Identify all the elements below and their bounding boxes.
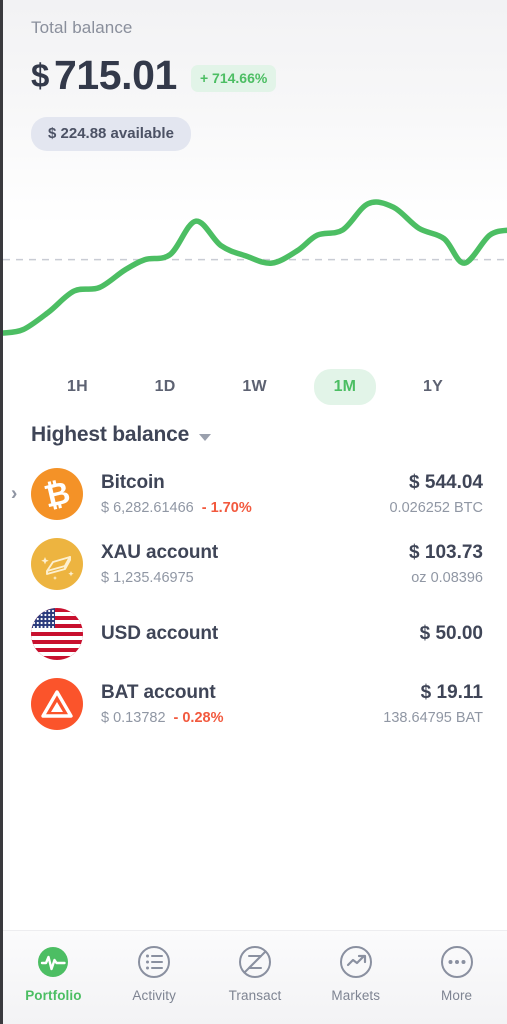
asset-row[interactable]: › ₿ Bitcoin $ 6,282.61466 - 1.70% $ 544.04 0.0… bbox=[3, 459, 507, 529]
asset-fiat-value: $ 50.00 bbox=[419, 623, 483, 645]
asset-subtitle: $ 0.13782 - 0.28% bbox=[101, 709, 375, 727]
nav-label: Markets bbox=[331, 988, 381, 1003]
nav-item-more[interactable]: More bbox=[406, 943, 507, 1003]
gold-bar-icon bbox=[31, 538, 83, 590]
nav-label: Activity bbox=[132, 988, 176, 1003]
svg-text:₿: ₿ bbox=[41, 475, 73, 515]
balance-header: Total balance $715.01 + 714.66% $ 224.88… bbox=[3, 0, 507, 151]
range-1h[interactable]: 1H bbox=[47, 369, 108, 405]
nav-item-portfolio[interactable]: Portfolio bbox=[3, 943, 104, 1003]
asset-values: $ 544.04 0.026252 BTC bbox=[381, 471, 483, 518]
range-1w[interactable]: 1W bbox=[222, 369, 286, 405]
nav-item-transact[interactable]: Transact bbox=[205, 943, 306, 1003]
asset-values: $ 19.11 138.64795 BAT bbox=[375, 681, 483, 728]
balance-chart[interactable] bbox=[3, 169, 507, 361]
asset-native-amount: oz 0.08396 bbox=[411, 570, 483, 587]
zed-circle-icon bbox=[236, 943, 274, 981]
nav-label: Transact bbox=[228, 988, 282, 1003]
asset-subtitle: $ 1,235.46975 bbox=[101, 569, 401, 587]
us-flag-icon bbox=[31, 608, 83, 660]
range-1m[interactable]: 1M bbox=[313, 369, 377, 405]
chevron-down-icon bbox=[199, 433, 212, 441]
trend-up-circle-icon bbox=[337, 943, 375, 981]
nav-item-markets[interactable]: Markets bbox=[305, 943, 406, 1003]
asset-fiat-value: $ 103.73 bbox=[409, 541, 483, 563]
sort-selector[interactable]: Highest balance bbox=[3, 423, 507, 453]
asset-values: $ 50.00 bbox=[412, 622, 483, 646]
sort-label: Highest balance bbox=[31, 423, 190, 446]
asset-name: XAU account bbox=[101, 542, 219, 564]
list-circle-icon bbox=[135, 943, 173, 981]
balance-value: 715.01 bbox=[53, 52, 177, 98]
asset-subtitle: $ 6,282.61466 - 1.70% bbox=[101, 499, 381, 517]
chart-line-path bbox=[3, 199, 507, 336]
currency-symbol: $ bbox=[31, 57, 49, 94]
asset-row[interactable]: USD account $ 50.00 bbox=[3, 599, 507, 669]
nav-item-activity[interactable]: Activity bbox=[104, 943, 205, 1003]
asset-fiat-value: $ 544.04 bbox=[409, 471, 483, 493]
asset-rows: › ₿ Bitcoin $ 6,282.61466 - 1.70% $ 544.04 0.0… bbox=[3, 459, 507, 739]
asset-native-amount: 138.64795 BAT bbox=[383, 710, 483, 727]
asset-values: $ 103.73 oz 0.08396 bbox=[401, 541, 483, 588]
asset-fiat-value: $ 19.11 bbox=[420, 681, 483, 703]
balance-chart-svg bbox=[3, 199, 507, 336]
asset-info: BAT account $ 0.13782 - 0.28% bbox=[83, 681, 375, 727]
asset-price: $ 6,282.61466 bbox=[101, 499, 194, 516]
time-range-selector: 1H 1D 1W 1M 1Y bbox=[3, 361, 507, 405]
asset-name: BAT account bbox=[101, 682, 216, 704]
range-1y[interactable]: 1Y bbox=[403, 369, 463, 405]
asset-price: $ 1,235.46975 bbox=[101, 569, 194, 586]
balance-row: $715.01 + 714.66% bbox=[31, 52, 479, 99]
total-balance-label: Total balance bbox=[31, 18, 133, 37]
nav-label: Portfolio bbox=[25, 988, 82, 1003]
available-balance-chip[interactable]: $ 224.88 available bbox=[31, 117, 191, 151]
asset-change: - 1.70% bbox=[201, 499, 252, 516]
asset-info: Bitcoin $ 6,282.61466 - 1.70% bbox=[83, 471, 381, 517]
asset-info: XAU account $ 1,235.46975 bbox=[83, 541, 401, 587]
asset-list-section: Highest balance › ₿ Bitcoin $ 6,282.61466 - … bbox=[3, 405, 507, 930]
asset-name: USD account bbox=[101, 623, 219, 645]
chevron-right-icon[interactable]: › bbox=[11, 485, 17, 504]
asset-name: Bitcoin bbox=[101, 472, 165, 494]
bat-triangle-icon bbox=[31, 678, 83, 730]
pulse-circle-icon bbox=[34, 943, 72, 981]
balance-change-badge: + 714.66% bbox=[190, 65, 277, 92]
nav-label: More bbox=[441, 988, 473, 1003]
asset-info: USD account bbox=[83, 622, 412, 646]
asset-price: $ 0.13782 bbox=[101, 709, 166, 726]
asset-row[interactable]: BAT account $ 0.13782 - 0.28% $ 19.11 138.64… bbox=[3, 669, 507, 739]
range-1d[interactable]: 1D bbox=[135, 369, 196, 405]
asset-row[interactable]: XAU account $ 1,235.46975 $ 103.73 oz 0.083… bbox=[3, 529, 507, 599]
ellipsis-circle-icon bbox=[438, 943, 476, 981]
bottom-navigation: Portfolio Activity Transact Markets More bbox=[3, 930, 507, 1024]
asset-change: - 0.28% bbox=[173, 709, 224, 726]
bitcoin-icon: ₿ bbox=[31, 468, 83, 520]
total-balance-amount: $715.01 bbox=[31, 52, 177, 99]
asset-native-amount: 0.026252 BTC bbox=[389, 500, 483, 517]
portfolio-screen: Total balance $715.01 + 714.66% $ 224.88… bbox=[3, 0, 507, 1024]
